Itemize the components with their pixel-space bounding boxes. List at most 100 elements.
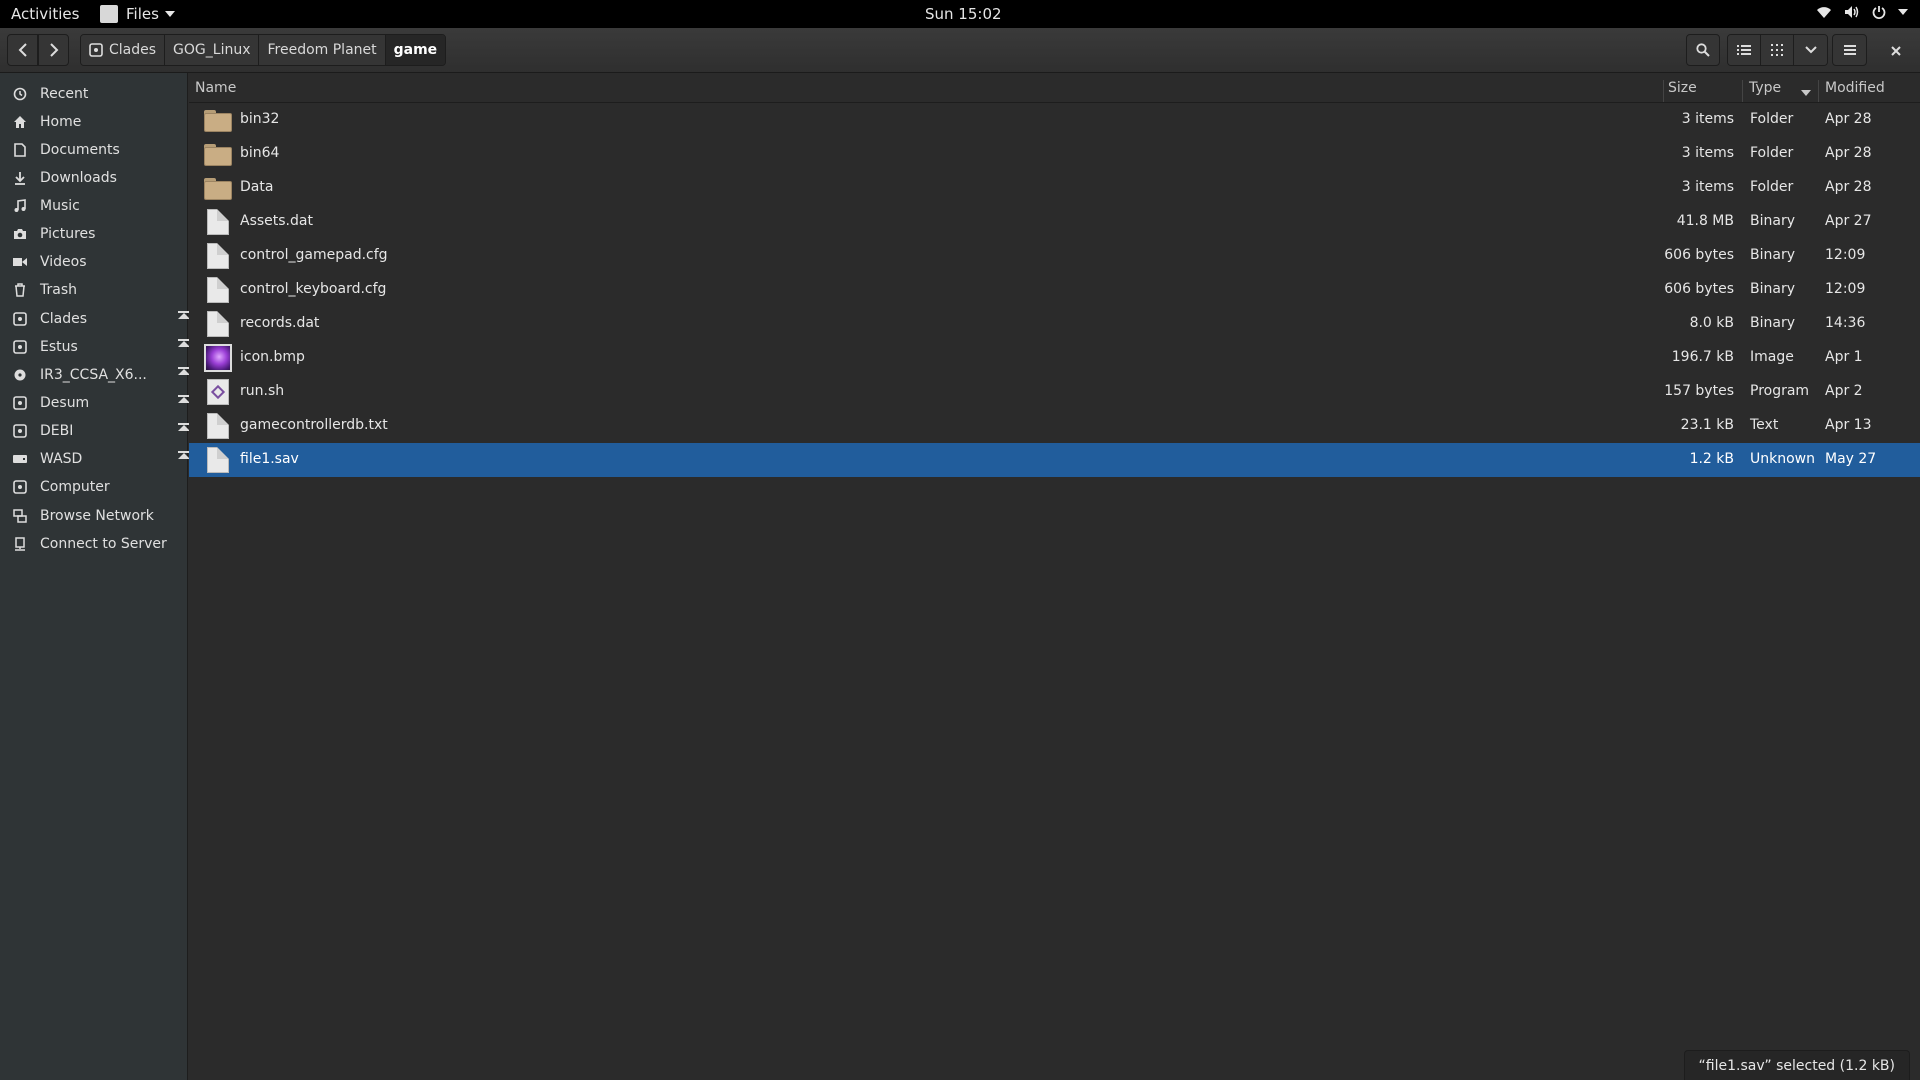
file-row[interactable]: Assets.dat 41.8 MB Binary Apr 27	[189, 205, 1920, 239]
sidebar-item-home[interactable]: Home	[0, 108, 188, 136]
column-headers: Name Size Type Modified	[189, 73, 1920, 103]
sidebar-item-music[interactable]: Music	[0, 192, 188, 220]
file-modified: Apr 1	[1825, 349, 1863, 365]
file-modified: Apr 2	[1825, 383, 1863, 399]
sidebar-item-label: Desum	[40, 395, 90, 411]
file-type: Binary	[1750, 213, 1795, 229]
view-options-button[interactable]	[1794, 35, 1827, 65]
breadcrumb-clades[interactable]: Clades	[81, 35, 166, 65]
sidebar-item-ir3-ccsa[interactable]: IR3_CCSA_X6...	[0, 361, 188, 389]
sidebar-item-desum[interactable]: Desum	[0, 389, 188, 417]
file-type: Image	[1750, 349, 1794, 365]
sidebar-item-wasd[interactable]: WASD	[0, 445, 188, 473]
sidebar-item-label: DEBI	[40, 423, 74, 439]
sidebar-item-videos[interactable]: Videos	[0, 248, 188, 276]
sidebar-item-label: IR3_CCSA_X6...	[40, 367, 147, 383]
clock[interactable]: Sun 15:02	[925, 5, 1002, 23]
app-menu[interactable]: Files	[100, 5, 175, 23]
file-row[interactable]: control_keyboard.cfg 606 bytes Binary 12…	[189, 273, 1920, 307]
breadcrumb-label: Freedom Planet	[267, 42, 377, 58]
file-modified: Apr 27	[1825, 213, 1872, 229]
breadcrumb-label: GOG_Linux	[173, 42, 251, 58]
file-name: bin32	[240, 111, 280, 127]
file-type: Binary	[1750, 247, 1795, 263]
column-divider	[1663, 80, 1664, 102]
music-icon	[10, 199, 30, 213]
file-type: Folder	[1750, 179, 1794, 195]
file-modified: 12:09	[1825, 281, 1866, 297]
file-icon	[204, 413, 232, 439]
column-modified[interactable]: Modified	[1825, 80, 1885, 96]
sidebar-item-label: Videos	[40, 254, 87, 270]
video-icon	[10, 257, 30, 267]
file-row[interactable]: run.sh 157 bytes Program Apr 2	[189, 375, 1920, 409]
list-view-button[interactable]	[1728, 35, 1761, 65]
sidebar-item-estus[interactable]: Estus	[0, 333, 188, 361]
forward-button[interactable]	[38, 34, 69, 66]
menu-button[interactable]	[1832, 34, 1867, 66]
breadcrumb-freedom-planet[interactable]: Freedom Planet	[259, 35, 386, 65]
sidebar-item-label: Home	[40, 114, 82, 130]
activities-button[interactable]: Activities	[11, 5, 79, 23]
top-bar: Activities Files Sun 15:02	[0, 0, 1920, 28]
chevron-down-icon	[1804, 46, 1817, 54]
file-row[interactable]: Data 3 items Folder Apr 28	[189, 171, 1920, 205]
folder-icon	[204, 175, 232, 201]
sidebar-item-browse-network[interactable]: Browse Network	[0, 502, 188, 530]
file-size: 606 bytes	[1664, 247, 1734, 263]
power-icon	[1872, 6, 1886, 19]
breadcrumb-game[interactable]: game	[385, 35, 446, 65]
file-type: Program	[1750, 383, 1810, 399]
back-button[interactable]	[7, 34, 38, 66]
view-toggle-group	[1727, 34, 1828, 66]
file-row[interactable]: records.dat 8.0 kB Binary 14:36	[189, 307, 1920, 341]
column-size[interactable]: Size	[1668, 80, 1697, 96]
column-type[interactable]: Type	[1749, 80, 1781, 96]
sidebar-item-pictures[interactable]: Pictures	[0, 220, 188, 248]
sidebar-item-label: Clades	[40, 311, 88, 327]
drive-icon	[10, 340, 30, 354]
sidebar-item-recent[interactable]: Recent	[0, 80, 188, 108]
sidebar-item-label: Computer	[40, 479, 110, 495]
sidebar-item-computer[interactable]: Computer	[0, 473, 188, 501]
breadcrumb: Clades GOG_Linux Freedom Planet game	[80, 34, 447, 66]
document-icon	[10, 143, 30, 157]
file-row[interactable]: icon.bmp 196.7 kB Image Apr 1	[189, 341, 1920, 375]
file-size: 23.1 kB	[1680, 417, 1734, 433]
file-row[interactable]: gamecontrollerdb.txt 23.1 kB Text Apr 13	[189, 409, 1920, 443]
breadcrumb-gog-linux[interactable]: GOG_Linux	[165, 35, 260, 65]
network-icon	[10, 509, 30, 523]
sidebar-item-downloads[interactable]: Downloads	[0, 164, 188, 192]
sidebar-item-label: Music	[40, 198, 80, 214]
column-name[interactable]: Name	[195, 80, 236, 96]
search-icon	[1696, 43, 1710, 57]
file-modified: Apr 28	[1825, 145, 1872, 161]
sidebar-item-label: Trash	[40, 282, 77, 298]
system-menu[interactable]	[1816, 5, 1908, 19]
volume-icon	[1845, 6, 1859, 18]
grid-view-button[interactable]	[1761, 35, 1794, 65]
sidebar-item-debi[interactable]: DEBI	[0, 417, 188, 445]
file-type: Binary	[1750, 281, 1795, 297]
chevron-down-icon	[1898, 9, 1908, 15]
file-modified: 14:36	[1825, 315, 1866, 331]
file-type: Folder	[1750, 111, 1794, 127]
disc-icon	[10, 368, 30, 382]
file-name: icon.bmp	[240, 349, 305, 365]
sidebar-item-clades[interactable]: Clades	[0, 305, 188, 333]
sidebar-item-connect-to-server[interactable]: Connect to Server	[0, 530, 188, 558]
file-row[interactable]: control_gamepad.cfg 606 bytes Binary 12:…	[189, 239, 1920, 273]
file-row-selected[interactable]: file1.sav 1.2 kB Unknown May 27	[189, 443, 1920, 477]
search-button[interactable]	[1686, 34, 1720, 66]
close-button[interactable]	[1886, 41, 1906, 61]
grid-view-icon	[1771, 44, 1783, 56]
sidebar-item-documents[interactable]: Documents	[0, 136, 188, 164]
file-modified: Apr 28	[1825, 111, 1872, 127]
sidebar-item-label: Browse Network	[40, 508, 154, 524]
file-row[interactable]: bin64 3 items Folder Apr 28	[189, 137, 1920, 171]
file-modified: Apr 28	[1825, 179, 1872, 195]
file-view: Name Size Type Modified bin32 3 items Fo…	[189, 73, 1920, 1080]
sidebar-item-trash[interactable]: Trash	[0, 276, 188, 304]
camera-icon	[10, 228, 30, 240]
file-row[interactable]: bin32 3 items Folder Apr 28	[189, 103, 1920, 137]
